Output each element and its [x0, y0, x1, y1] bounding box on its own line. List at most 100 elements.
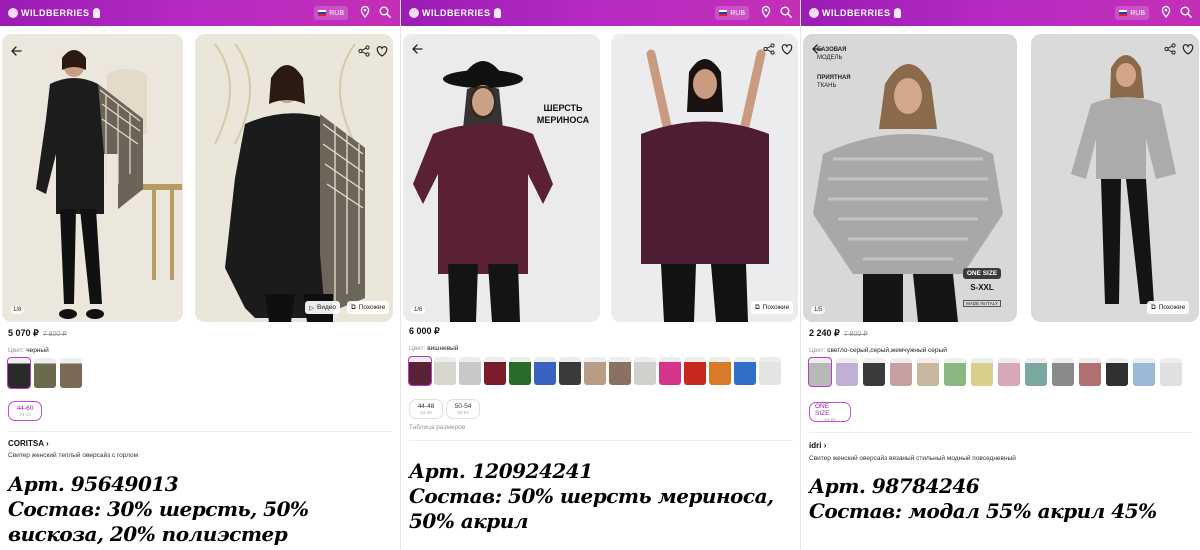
product-photo-main[interactable]: БАЗОВАЯ МОДЕЛЬ ПРИЯТНАЯ ТКАНЬ ONE SIZE S-X…: [803, 34, 1017, 322]
heart-icon[interactable]: [375, 44, 389, 58]
color-label: Цвет:: [8, 347, 25, 354]
share-icon[interactable]: [1163, 42, 1177, 56]
similar-label: Похожие: [358, 304, 386, 311]
color-swatch[interactable]: [890, 358, 912, 386]
color-swatch[interactable]: [584, 357, 606, 385]
color-swatch[interactable]: [559, 357, 581, 385]
color-swatch[interactable]: [998, 358, 1020, 386]
color-swatch[interactable]: [1052, 358, 1074, 386]
wildberries-logo[interactable]: WILDBERRIES: [8, 6, 100, 20]
size-ru-label: 50-54: [457, 410, 469, 415]
size-table-link[interactable]: Таблица размеров: [409, 424, 465, 431]
product-photo-main[interactable]: ШЕРСТЬ МЕРИНОСА 1/6: [403, 34, 600, 322]
color-swatch[interactable]: [609, 357, 631, 385]
color-swatch[interactable]: [34, 358, 56, 388]
model-photo: [403, 34, 600, 322]
color-value: черный: [26, 347, 49, 354]
color-swatch[interactable]: [408, 356, 432, 386]
back-arrow-icon[interactable]: [410, 42, 424, 56]
color-swatch[interactable]: [534, 357, 556, 385]
color-swatch[interactable]: [60, 358, 82, 388]
size-label: 44-48: [417, 403, 435, 410]
size-option[interactable]: 50-54 50-54: [446, 399, 480, 419]
chevron-right-icon: ›: [45, 439, 49, 448]
color-swatch[interactable]: [836, 358, 858, 386]
color-swatch[interactable]: [944, 358, 966, 386]
search-icon[interactable]: [1179, 5, 1193, 19]
color-swatch[interactable]: [709, 357, 731, 385]
color-swatch[interactable]: [459, 357, 481, 385]
color-swatch[interactable]: [1106, 358, 1128, 386]
photo-counter: 1/5: [811, 306, 826, 314]
back-arrow-icon[interactable]: [810, 42, 824, 56]
model-photo: [611, 34, 798, 322]
similar-button[interactable]: ⧉ Похожие: [347, 301, 390, 314]
location-pin-icon[interactable]: [358, 5, 372, 19]
current-price: 5 070 ₽: [8, 328, 39, 338]
color-swatch[interactable]: [634, 357, 656, 385]
search-icon[interactable]: [779, 5, 793, 19]
article-caption: Арт. 98784246: [809, 474, 980, 498]
product-photo-second[interactable]: ⧉ Похожие: [1031, 34, 1199, 322]
color-swatch[interactable]: [509, 357, 531, 385]
back-arrow-icon[interactable]: [9, 44, 23, 58]
size-ru-label: 44-14: [19, 412, 31, 417]
color-swatch[interactable]: [659, 357, 681, 385]
color-swatch[interactable]: [1133, 358, 1155, 386]
current-price: 6 000 ₽: [409, 326, 440, 336]
product-description: Свитер женский теплый оверсайз с горлом: [8, 452, 139, 459]
product-photo-second[interactable]: ⧉ Похожие: [611, 34, 798, 322]
video-label: Видео: [317, 304, 336, 311]
currency-selector[interactable]: RUB: [715, 6, 749, 20]
top-bar: WILDBERRIES RUB: [0, 0, 400, 26]
color-swatch[interactable]: [863, 358, 885, 386]
color-swatch[interactable]: [484, 357, 506, 385]
color-swatch[interactable]: [734, 357, 756, 385]
price-row: 5 070 ₽ 7 800 ₽: [8, 328, 67, 339]
heart-icon[interactable]: [780, 42, 794, 56]
color-swatch[interactable]: [917, 358, 939, 386]
color-swatch[interactable]: [1160, 358, 1182, 386]
wildberries-logo[interactable]: WILDBERRIES: [809, 6, 901, 20]
color-swatch[interactable]: [1079, 358, 1101, 386]
brand-link[interactable]: idri ›: [809, 441, 826, 450]
location-pin-icon[interactable]: [1159, 5, 1173, 19]
color-swatch[interactable]: [759, 357, 781, 385]
search-icon[interactable]: [378, 5, 392, 19]
logo-text: WILDBERRIES: [21, 8, 90, 18]
old-price: 7 800 ₽: [42, 331, 67, 338]
color-swatches: [7, 357, 82, 389]
size-option[interactable]: 44-60 44-14: [8, 401, 42, 421]
size-option[interactable]: ONE SIZE 44-56: [809, 402, 851, 422]
color-value: светло-серый,серый,жемчужный серый: [827, 347, 947, 354]
logo-text: WILDBERRIES: [822, 8, 891, 18]
location-pin-icon[interactable]: [759, 5, 773, 19]
similar-button[interactable]: ⧉ Похожие: [751, 301, 794, 314]
wool-overlay-text: ШЕРСТЬ МЕРИНОСА: [536, 103, 590, 125]
color-line: Цвет: светло-серый,серый,жемчужный серый: [809, 347, 947, 354]
size-label: ONE SIZE: [815, 402, 830, 417]
composition-caption: Состав: модал 55% акрил 45%: [809, 499, 1157, 523]
size-option[interactable]: 44-48 44-48: [409, 399, 443, 419]
brand-link[interactable]: CORITSA ›: [8, 439, 49, 448]
product-photo-main[interactable]: 1/8: [2, 34, 183, 322]
video-button[interactable]: ▷ Видео: [305, 301, 340, 314]
wildberries-logo[interactable]: WILDBERRIES: [409, 6, 501, 20]
currency-selector[interactable]: RUB: [314, 6, 348, 20]
color-swatch[interactable]: [7, 357, 31, 389]
currency-selector[interactable]: RUB: [1115, 6, 1149, 20]
color-swatch[interactable]: [808, 357, 832, 387]
color-swatch[interactable]: [971, 358, 993, 386]
similar-icon: ⧉: [351, 303, 356, 311]
heart-icon[interactable]: [1181, 42, 1195, 56]
share-icon[interactable]: [357, 44, 371, 58]
divider: [409, 440, 793, 441]
photo-counter: 1/8: [10, 306, 25, 314]
share-icon[interactable]: [762, 42, 776, 56]
color-swatch[interactable]: [434, 357, 456, 385]
color-swatch[interactable]: [684, 357, 706, 385]
product-photo-second[interactable]: ▷ Видео ⧉ Похожие: [195, 34, 393, 322]
similar-button[interactable]: ⧉ Похожие: [1147, 301, 1190, 314]
color-swatch[interactable]: [1025, 358, 1047, 386]
similar-label: Похожие: [1158, 304, 1186, 311]
